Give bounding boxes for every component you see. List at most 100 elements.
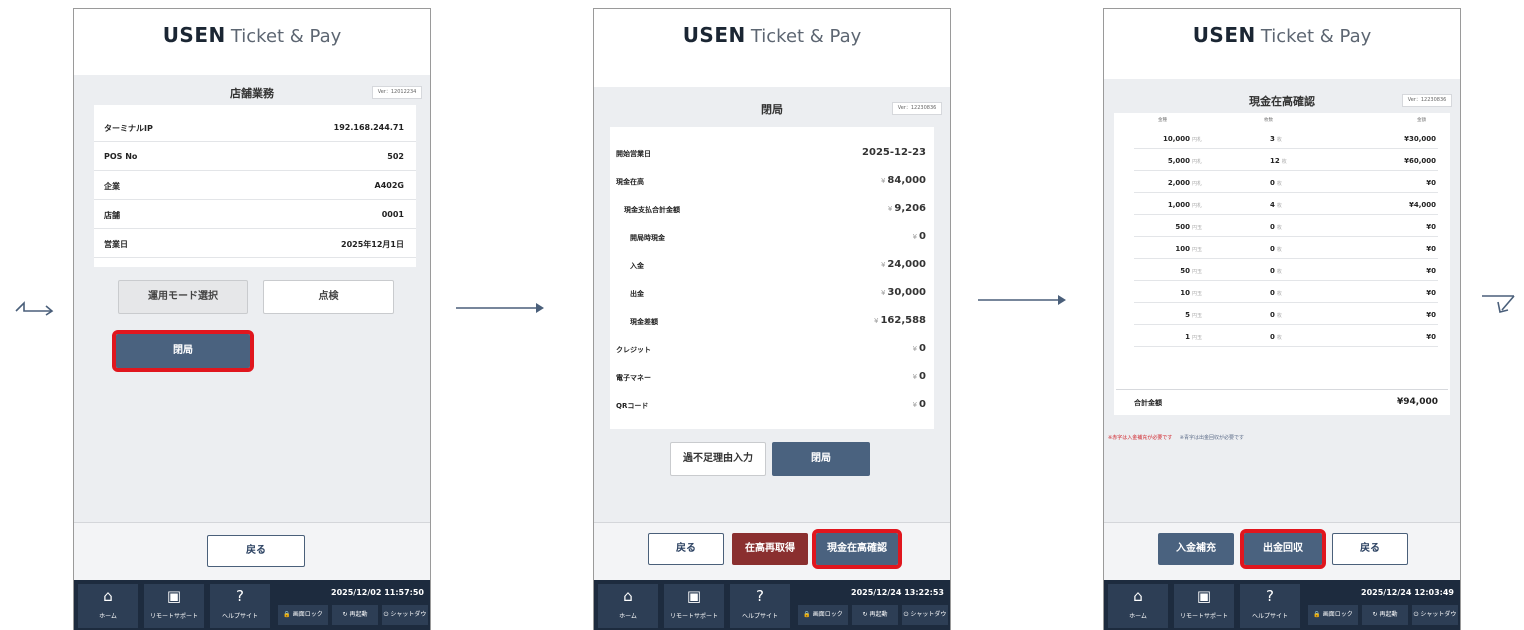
- column-header-count: 枚数: [1264, 118, 1273, 123]
- table-row: 1,000 円札 4 枚 ¥4,000: [1134, 195, 1438, 215]
- home-icon: ⌂: [1133, 587, 1143, 605]
- summary-value: ¥0: [913, 399, 926, 410]
- summary-row: クレジット ¥0: [610, 335, 934, 363]
- shutdown-label: シャットダウン: [1420, 611, 1457, 618]
- home-button[interactable]: ⌂ ホーム: [78, 584, 138, 628]
- amount: ¥0: [1426, 333, 1436, 341]
- summary-key: 現金差額: [630, 318, 658, 326]
- brand-light: Ticket & Pay: [750, 26, 862, 47]
- clock: 2025/12/24 12:03:49: [1361, 588, 1454, 597]
- summary-value: ¥9,206: [888, 203, 926, 214]
- help-icon: ?: [756, 587, 764, 605]
- screen-lock-button[interactable]: 🔒 画面ロック: [278, 605, 328, 625]
- remote-support-label: リモートサポート: [149, 613, 198, 620]
- tablet-screen-cash-check: USEN Ticket & Pay 現金在高確認 Ver：12230836 金種…: [1103, 8, 1461, 630]
- denomination: 50 円玉: [1180, 267, 1202, 275]
- back-button[interactable]: 戻る: [1332, 533, 1408, 565]
- count: 0枚: [1270, 333, 1282, 341]
- restart-button[interactable]: ↻ 再起動: [1362, 605, 1408, 625]
- cash-check-button[interactable]: 現金在高確認: [812, 529, 902, 569]
- info-key: 店舗: [104, 211, 120, 220]
- total-value: ¥94,000: [1397, 397, 1438, 407]
- table-row: 10 円玉 0 枚 ¥0: [1134, 283, 1438, 303]
- help-label: ヘルプサイト: [741, 613, 778, 620]
- shutdown-label: シャットダウン: [390, 611, 427, 618]
- summary-value: ¥0: [913, 343, 926, 354]
- remote-support-icon: ▣: [1196, 587, 1212, 605]
- restart-button[interactable]: ↻ 再起動: [852, 605, 898, 625]
- brand-bold: USEN: [682, 23, 746, 47]
- shutdown-button[interactable]: ⏻ シャットダウン: [902, 605, 948, 625]
- remote-support-button[interactable]: ▣ リモートサポート: [1174, 584, 1234, 628]
- version-badge: Ver：12230836: [892, 102, 942, 115]
- remote-support-button[interactable]: ▣ リモートサポート: [144, 584, 204, 628]
- count: 0枚: [1270, 289, 1282, 297]
- close-shop-button[interactable]: 閉局: [772, 442, 870, 476]
- back-button[interactable]: 戻る: [207, 535, 305, 567]
- total-label: 合計金額: [1134, 399, 1162, 407]
- count: 0枚: [1270, 223, 1282, 231]
- help-site-button[interactable]: ? ヘルプサイト: [730, 584, 790, 628]
- inspection-button[interactable]: 点検: [263, 280, 394, 314]
- power-icon: ⏻: [903, 611, 909, 618]
- content-area: 店舗業務 Ver：12012234 ターミナルIP 192.168.244.71 …: [74, 75, 430, 522]
- summary-row: 現金在高 ¥84,000: [610, 167, 934, 195]
- lock-icon: 🔒: [803, 611, 811, 618]
- shutdown-button[interactable]: ⏻ シャットダウン: [382, 605, 428, 625]
- total-row: 合計金額 ¥94,000: [1116, 389, 1448, 411]
- home-button[interactable]: ⌂ ホーム: [598, 584, 658, 628]
- summary-value: 2025-12-23: [862, 147, 926, 158]
- mode-select-button[interactable]: 運用モード選択: [118, 280, 248, 314]
- back-button[interactable]: 戻る: [648, 533, 724, 565]
- table-row: 2,000 円札 0 枚 ¥0: [1134, 173, 1438, 193]
- home-button[interactable]: ⌂ ホーム: [1108, 584, 1168, 628]
- summary-value: ¥24,000: [881, 259, 926, 270]
- footer-bar: 入金補充 出金回収 戻る: [1104, 522, 1460, 580]
- brand-light: Ticket & Pay: [1260, 26, 1372, 47]
- screen-lock-button[interactable]: 🔒 画面ロック: [1308, 605, 1358, 625]
- brand-bold: USEN: [162, 23, 226, 47]
- remote-support-label: リモートサポート: [669, 613, 718, 620]
- restart-icon: ↻: [342, 611, 348, 618]
- restart-button[interactable]: ↻ 再起動: [332, 605, 378, 625]
- deposit-button[interactable]: 入金補充: [1158, 533, 1234, 565]
- version-badge: Ver：12012234: [372, 86, 422, 99]
- yen-sign: ¥: [912, 401, 918, 409]
- amount: 0: [919, 231, 926, 242]
- count: 0枚: [1270, 267, 1282, 275]
- count: 4枚: [1270, 201, 1282, 209]
- reason-input-button[interactable]: 過不足理由入力: [670, 442, 766, 476]
- help-site-button[interactable]: ? ヘルプサイト: [1240, 584, 1300, 628]
- remote-support-icon: ▣: [686, 587, 702, 605]
- yen-sign: ¥: [912, 345, 918, 353]
- summary-key: 開局時現金: [630, 234, 665, 242]
- amount: 84,000: [887, 175, 926, 186]
- info-row: ターミナルIP 192.168.244.71: [94, 113, 416, 142]
- close-shop-button[interactable]: 閉局: [112, 330, 254, 372]
- withdraw-button[interactable]: 出金回収: [1240, 529, 1326, 569]
- yen-sign: ¥: [880, 261, 886, 269]
- table-row: 100 円玉 0 枚 ¥0: [1134, 239, 1438, 259]
- summary-card: 開始営業日 2025-12-23 現金在高 ¥84,000 現金支払合計金額 ¥9,2…: [610, 127, 934, 429]
- summary-row: 入金 ¥24,000: [610, 251, 934, 279]
- amount: ¥0: [1426, 267, 1436, 275]
- yen-sign: ¥: [880, 289, 886, 297]
- screen-lock-button[interactable]: 🔒 画面ロック: [798, 605, 848, 625]
- amount: ¥30,000: [1404, 135, 1436, 143]
- denomination: 2,000 円札: [1167, 179, 1202, 187]
- summary-row: QRコード ¥0: [610, 391, 934, 419]
- remote-support-button[interactable]: ▣ リモートサポート: [664, 584, 724, 628]
- help-site-button[interactable]: ? ヘルプサイト: [210, 584, 270, 628]
- power-icon: ⏻: [1413, 611, 1419, 618]
- clock: 2025/12/24 13:22:53: [851, 588, 944, 597]
- amount: ¥0: [1426, 223, 1436, 231]
- shutdown-button[interactable]: ⏻ シャットダウン: [1412, 605, 1458, 625]
- summary-row: 出金 ¥30,000: [610, 279, 934, 307]
- flow-arrow-icon: [978, 295, 1066, 305]
- reacquire-button[interactable]: 在高再取得: [732, 533, 808, 565]
- summary-value: ¥30,000: [881, 287, 926, 298]
- clock: 2025/12/02 11:57:50: [331, 588, 424, 597]
- info-value: 2025年12月1日: [341, 240, 404, 249]
- summary-row: 現金差額 ¥162,588: [610, 307, 934, 335]
- yen-sign: ¥: [912, 373, 918, 381]
